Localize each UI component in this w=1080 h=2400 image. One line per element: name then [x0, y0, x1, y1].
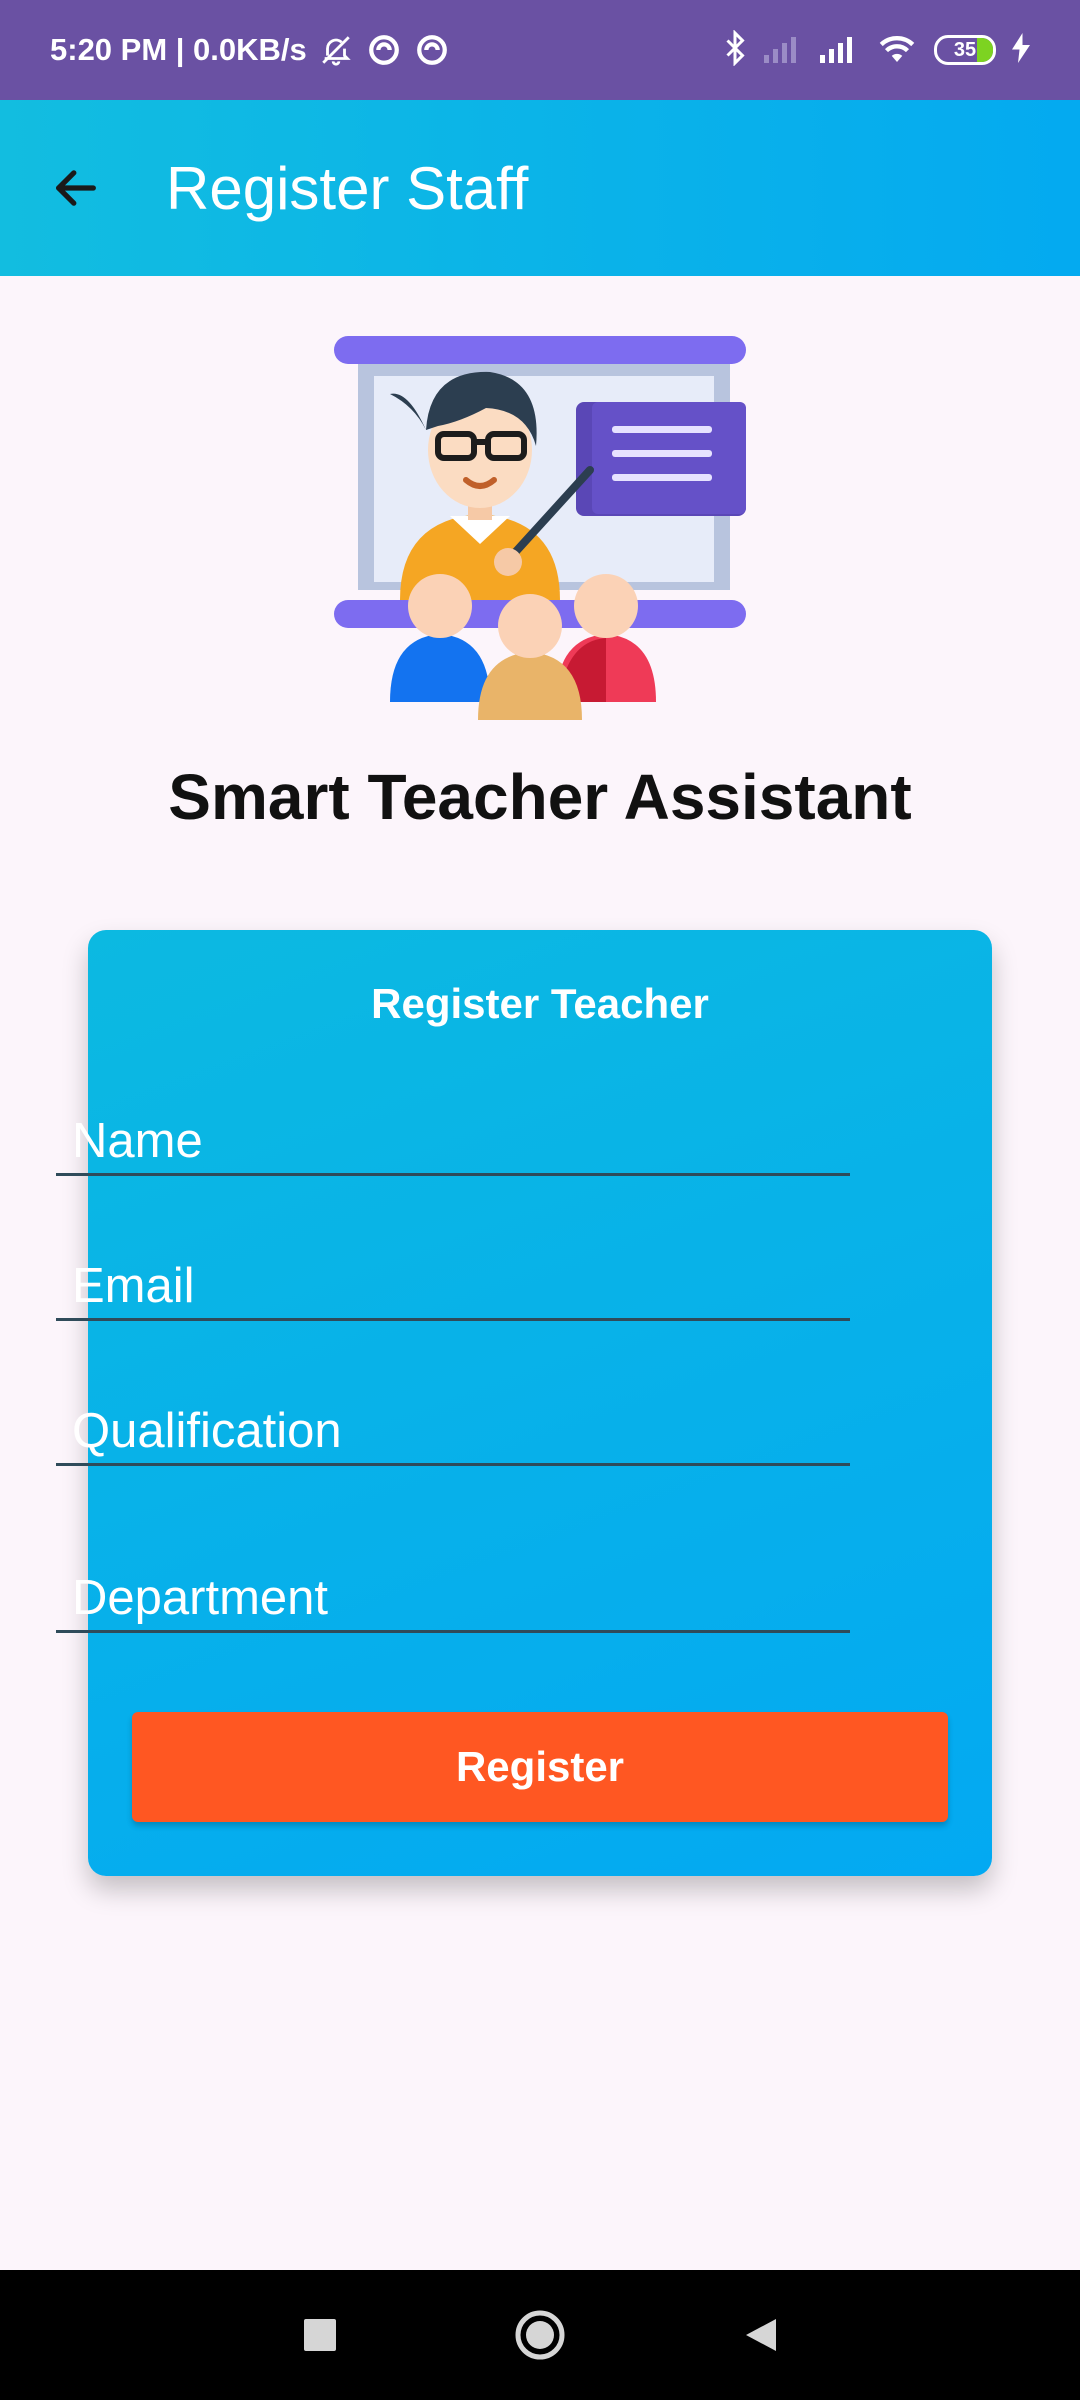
recents-button[interactable] — [285, 2300, 355, 2370]
battery-icon: 35 — [934, 35, 996, 65]
page-title: Register Staff — [166, 154, 529, 222]
back-button[interactable] — [26, 138, 126, 238]
back-nav-button[interactable] — [725, 2300, 795, 2370]
bluetooth-icon — [722, 28, 748, 71]
sync-icon — [365, 31, 403, 69]
status-time: 5:20 PM | 0.0KB/s — [50, 32, 307, 67]
card-title: Register Teacher — [371, 980, 709, 1027]
app-bar: Register Staff — [0, 100, 1080, 276]
back-triangle-icon — [746, 2319, 776, 2351]
qualification-input[interactable] — [56, 1376, 850, 1463]
mute-icon — [317, 31, 355, 69]
recents-square-icon — [304, 2319, 336, 2351]
system-nav-bar — [0, 2270, 1080, 2400]
sync-icon — [413, 31, 451, 69]
battery-level: 35 — [953, 38, 977, 61]
signal-icon — [764, 33, 804, 68]
app-name: Smart Teacher Assistant — [168, 761, 912, 833]
home-circle-icon — [515, 2310, 565, 2360]
email-field — [56, 1231, 850, 1321]
department-field — [56, 1543, 850, 1633]
arrow-left-icon — [56, 170, 96, 206]
home-button[interactable] — [505, 2300, 575, 2370]
status-bar: 5:20 PM | 0.0KB/s 35 — [0, 0, 1080, 100]
name-field — [56, 1086, 850, 1176]
register-button[interactable]: Register — [132, 1712, 948, 1822]
wifi-icon — [876, 32, 918, 69]
charging-icon — [1012, 32, 1030, 68]
department-input[interactable] — [56, 1543, 850, 1630]
qualification-field — [56, 1376, 850, 1466]
status-left: 5:20 PM | 0.0KB/s — [50, 31, 451, 69]
name-input[interactable] — [56, 1086, 850, 1173]
signal-icon — [820, 33, 860, 68]
status-right: 35 — [722, 28, 1030, 71]
email-input[interactable] — [56, 1231, 850, 1318]
teacher-illustration — [330, 330, 750, 720]
